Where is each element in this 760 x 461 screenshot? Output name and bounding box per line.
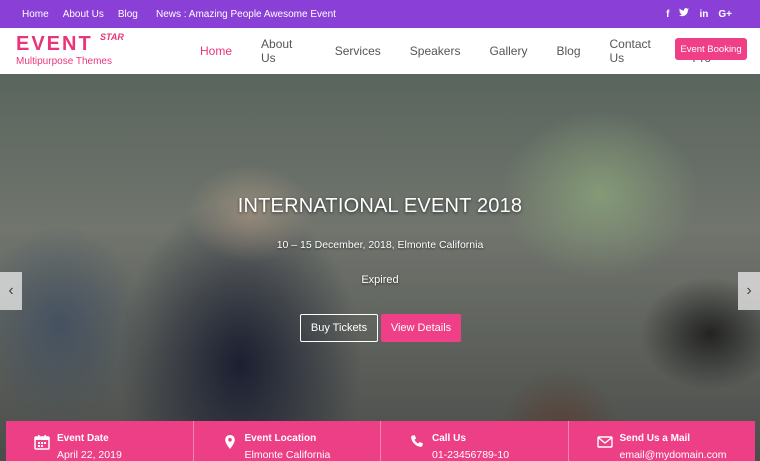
twitter-icon[interactable] <box>679 8 690 20</box>
facebook-icon[interactable]: f <box>666 9 669 20</box>
buy-tickets-button[interactable]: Buy Tickets <box>300 314 378 342</box>
google-plus-icon[interactable]: G+ <box>718 9 732 20</box>
nav-blog[interactable]: Blog <box>556 44 580 58</box>
phone-icon <box>409 434 425 450</box>
top-link-home[interactable]: Home <box>22 9 49 20</box>
info-card-phone: Call Us 01-23456789-10 <box>381 421 569 461</box>
info-phone-title: Call Us <box>432 433 466 444</box>
logo-word: EVENT <box>16 33 93 55</box>
social-links: f in G+ <box>666 0 732 28</box>
linkedin-icon[interactable]: in <box>699 9 708 20</box>
site-header: EVENT STAR Multipurpose Themes Home Abou… <box>0 28 760 74</box>
top-links: Home About Us Blog <box>22 0 138 28</box>
event-info-strip: Event Date April 22, 2019 Event Location… <box>6 421 755 461</box>
info-card-location: Event Location Elmonte California <box>193 421 381 461</box>
view-details-button[interactable]: View Details <box>381 314 461 342</box>
nav-speakers[interactable]: Speakers <box>410 44 461 58</box>
top-link-about[interactable]: About Us <box>63 9 104 20</box>
nav-home[interactable]: Home <box>200 44 232 58</box>
nav-contact[interactable]: Contact Us <box>610 37 664 65</box>
logo-star: STAR <box>100 32 124 42</box>
info-phone-value: 01-23456789-10 <box>432 449 510 461</box>
hero-title: INTERNATIONAL EVENT 2018 <box>237 195 523 217</box>
info-date-title: Event Date <box>57 433 109 444</box>
nav-gallery[interactable]: Gallery <box>489 44 527 58</box>
nav-about[interactable]: About Us <box>261 37 306 65</box>
news-ticker: News : Amazing People Awesome Event <box>156 8 336 20</box>
hero-date-location: 10 – 15 December, 2018, Elmonte Californ… <box>276 239 484 251</box>
info-mail-title: Send Us a Mail <box>619 433 691 444</box>
logo-tagline: Multipurpose Themes <box>16 56 112 67</box>
nav-services[interactable]: Services <box>335 44 381 58</box>
info-date-value: April 22, 2019 <box>57 449 122 461</box>
event-booking-button[interactable]: Event Booking <box>675 38 747 60</box>
info-location-value: Elmonte California <box>244 449 331 461</box>
info-location-title: Event Location <box>244 433 317 444</box>
top-bar: Home About Us Blog News : Amazing People… <box>0 0 760 28</box>
calendar-icon <box>34 434 50 450</box>
hero-status: Expired <box>361 274 399 286</box>
top-link-blog[interactable]: Blog <box>118 9 138 20</box>
envelope-icon <box>596 434 613 450</box>
info-card-mail: Send Us a Mail email@mydomain.com <box>568 421 755 461</box>
info-card-date: Event Date April 22, 2019 <box>6 421 194 461</box>
hero-slider: INTERNATIONAL EVENT 2018 10 – 15 Decembe… <box>0 74 760 461</box>
site-logo[interactable]: EVENT STAR Multipurpose Themes <box>16 32 124 67</box>
map-pin-icon <box>222 434 238 450</box>
hero-background-image <box>0 74 760 461</box>
info-mail-value[interactable]: email@mydomain.com <box>620 449 727 461</box>
slider-prev-arrow[interactable]: ‹ <box>0 272 22 310</box>
slider-next-arrow[interactable]: › <box>738 272 760 310</box>
